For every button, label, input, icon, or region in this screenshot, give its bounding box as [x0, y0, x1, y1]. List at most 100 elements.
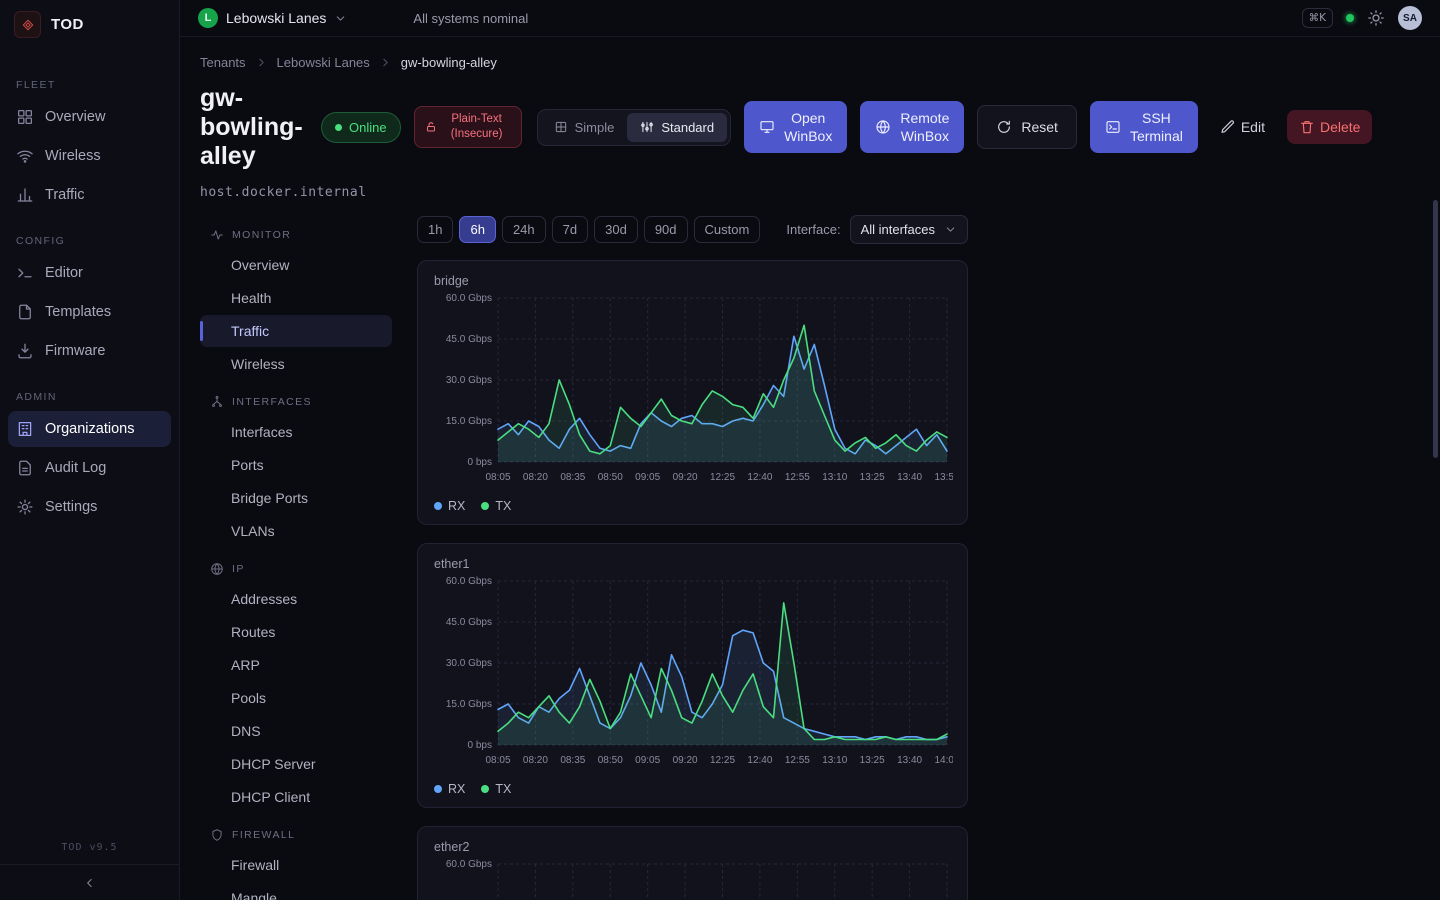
svg-text:30.0 Gbps: 30.0 Gbps	[446, 658, 492, 669]
interface-filter: Interface: All interfaces	[786, 215, 968, 244]
view-standard-button[interactable]: Standard	[627, 113, 727, 142]
range-7d-button[interactable]: 7d	[552, 216, 588, 243]
chevron-right-icon	[255, 56, 268, 69]
download-icon	[16, 342, 34, 360]
app-logo[interactable]: TOD	[0, 0, 179, 49]
remote-winbox-button[interactable]: Remote WinBox	[860, 101, 964, 153]
view-simple-button[interactable]: Simple	[541, 113, 628, 142]
subnav-item-pools[interactable]: Pools	[200, 682, 392, 714]
user-avatar[interactable]: SA	[1398, 6, 1422, 30]
range-6h-button[interactable]: 6h	[459, 216, 495, 243]
sidebar-item-organizations[interactable]: Organizations	[8, 411, 171, 447]
sidebar-item-traffic[interactable]: Traffic	[8, 177, 171, 213]
legend-tx: TX	[481, 499, 511, 513]
subnav-item-wireless[interactable]: Wireless	[200, 348, 392, 380]
svg-text:13:40: 13:40	[897, 755, 922, 766]
bar-chart-icon	[16, 186, 34, 204]
delete-button[interactable]: Delete	[1287, 110, 1372, 144]
tx-dot-icon	[481, 785, 489, 793]
sidebar-item-editor[interactable]: Editor	[8, 255, 171, 291]
topbar: L Lebowski Lanes All systems nominal ⌘K …	[180, 0, 1440, 37]
wifi-icon	[16, 147, 34, 165]
edit-button[interactable]: Edit	[1211, 111, 1274, 143]
view-mode-toggle: Simple Standard	[537, 109, 732, 146]
svg-text:45.0 Gbps: 45.0 Gbps	[446, 617, 492, 628]
system-status-text: All systems nominal	[413, 11, 528, 26]
sidebar-item-label: Traffic	[45, 187, 84, 203]
breadcrumb: Tenants Lebowski Lanes gw-bowling-alley	[200, 55, 1416, 70]
svg-text:0 bps: 0 bps	[468, 457, 492, 468]
svg-text:09:20: 09:20	[673, 472, 698, 483]
tx-dot-icon	[481, 502, 489, 510]
interface-select[interactable]: All interfaces	[850, 215, 968, 244]
grid-icon	[16, 108, 34, 126]
svg-text:14:00: 14:00	[934, 755, 953, 766]
subnav-item-dns[interactable]: DNS	[200, 715, 392, 747]
traffic-panel: 1h 6h 24h 7d 30d 90d Custom Interface: A…	[417, 213, 968, 900]
online-status-badge: Online	[321, 112, 401, 143]
sidebar-item-overview[interactable]: Overview	[8, 99, 171, 135]
subnav-item-firewall[interactable]: Firewall	[200, 849, 392, 881]
subnav-item-mangle[interactable]: Mangle	[200, 882, 392, 900]
svg-text:08:50: 08:50	[598, 472, 623, 483]
subnav-item-traffic[interactable]: Traffic	[200, 315, 392, 347]
chevron-left-icon	[83, 876, 97, 890]
ssh-terminal-button[interactable]: SSH Terminal	[1090, 101, 1198, 153]
sidebar-item-templates[interactable]: Templates	[8, 294, 171, 330]
range-custom-button[interactable]: Custom	[694, 216, 761, 243]
document-icon	[16, 459, 34, 477]
subnav-item-dhcp-client[interactable]: DHCP Client	[200, 781, 392, 813]
svg-text:12:25: 12:25	[710, 755, 735, 766]
svg-text:08:35: 08:35	[560, 472, 585, 483]
open-winbox-button[interactable]: Open WinBox	[744, 101, 847, 153]
svg-text:60.0 Gbps: 60.0 Gbps	[446, 293, 492, 304]
svg-text:08:20: 08:20	[523, 755, 548, 766]
svg-text:15.0 Gbps: 15.0 Gbps	[446, 416, 492, 427]
breadcrumb-tenants[interactable]: Tenants	[200, 55, 246, 70]
tenant-name: Lebowski Lanes	[226, 10, 326, 26]
sidebar-section-fleet: FLEET	[16, 79, 163, 91]
chart-title: ether2	[434, 840, 951, 854]
subnav-item-interfaces[interactable]: Interfaces	[200, 416, 392, 448]
subnav-section-monitor: MONITOR	[210, 228, 392, 242]
range-30d-button[interactable]: 30d	[594, 216, 638, 243]
range-90d-button[interactable]: 90d	[644, 216, 688, 243]
breadcrumb-tenant-name[interactable]: Lebowski Lanes	[277, 55, 370, 70]
chart-title: ether1	[434, 557, 951, 571]
tenant-selector[interactable]: L Lebowski Lanes	[198, 8, 347, 28]
scrollbar[interactable]	[1433, 200, 1438, 458]
subnav-item-overview[interactable]: Overview	[200, 249, 392, 281]
subnav-item-routes[interactable]: Routes	[200, 616, 392, 648]
svg-text:13:10: 13:10	[822, 472, 847, 483]
sidebar-item-audit-log[interactable]: Audit Log	[8, 450, 171, 486]
command-palette-shortcut[interactable]: ⌘K	[1302, 8, 1333, 28]
range-1h-button[interactable]: 1h	[417, 216, 453, 243]
sidebar-item-wireless[interactable]: Wireless	[8, 138, 171, 174]
subnav-item-addresses[interactable]: Addresses	[200, 583, 392, 615]
subnav-item-dhcp-server[interactable]: DHCP Server	[200, 748, 392, 780]
subnav-item-arp[interactable]: ARP	[200, 649, 392, 681]
reset-button[interactable]: Reset	[977, 105, 1077, 149]
sidebar-item-firmware[interactable]: Firmware	[8, 333, 171, 369]
range-24h-button[interactable]: 24h	[502, 216, 546, 243]
main-column: L Lebowski Lanes All systems nominal ⌘K …	[180, 0, 1440, 900]
theme-toggle-sun-icon[interactable]	[1367, 9, 1385, 27]
sidebar-item-label: Organizations	[45, 421, 134, 437]
subnav-item-ports[interactable]: Ports	[200, 449, 392, 481]
connection-status-dot	[1346, 14, 1354, 22]
app-name: TOD	[51, 16, 84, 33]
unlock-icon	[425, 121, 437, 133]
sidebar-collapse-button[interactable]	[0, 864, 179, 900]
online-dot-icon	[335, 124, 342, 131]
page-content: Tenants Lebowski Lanes gw-bowling-alley …	[180, 37, 1440, 900]
svg-text:13:25: 13:25	[860, 755, 885, 766]
tenant-avatar: L	[198, 8, 218, 28]
sidebar-item-settings[interactable]: Settings	[8, 489, 171, 525]
subnav-section-interfaces: INTERFACES	[210, 395, 392, 409]
svg-text:08:05: 08:05	[485, 472, 510, 483]
subnav-item-vlans[interactable]: VLANs	[200, 515, 392, 547]
subnav-item-health[interactable]: Health	[200, 282, 392, 314]
svg-text:12:25: 12:25	[710, 472, 735, 483]
subnav-item-bridge-ports[interactable]: Bridge Ports	[200, 482, 392, 514]
app-root: TOD FLEET Overview Wireless Traffic CONF…	[0, 0, 1440, 900]
